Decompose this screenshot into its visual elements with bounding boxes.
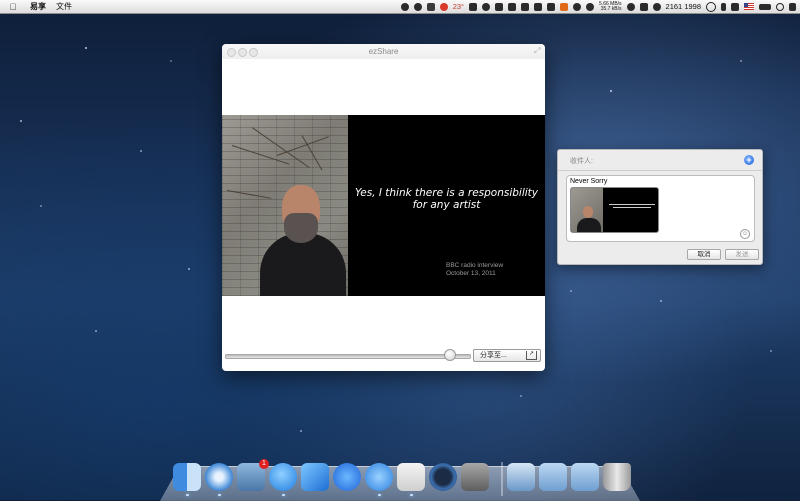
slide-credit: BBC radio interview October 13, 2011 [446, 262, 503, 278]
share-to-button[interactable]: 分享至... ↗ [473, 349, 541, 362]
share-icon: ↗ [526, 351, 537, 360]
cancel-button[interactable]: 取消 [687, 249, 721, 260]
status-app-icon[interactable] [400, 2, 409, 11]
slide-credit-line1: BBC radio interview [446, 262, 504, 269]
video-slide[interactable]: Yes, I think there is a responsibility f… [222, 115, 545, 296]
window-titlebar[interactable]: ezShare ⤢ [222, 44, 545, 59]
time-machine-status-icon[interactable] [652, 2, 661, 11]
running-indicator [410, 494, 413, 496]
status-clock-icon[interactable] [626, 2, 635, 11]
battery-icon[interactable] [759, 3, 771, 10]
running-indicator [186, 494, 189, 496]
appstore-icon[interactable] [333, 463, 361, 491]
message-share-panel: 收件人: + Never Sorry ☺ 取消 发送 [557, 149, 763, 265]
emoji-icon[interactable]: ☺ [740, 229, 750, 239]
applications-folder-icon[interactable] [539, 463, 567, 491]
slide-quote: Yes, I think there is a responsibility f… [354, 187, 539, 211]
status-pin-icon[interactable] [586, 2, 595, 11]
dock-divider [501, 462, 503, 496]
message-compose-field[interactable]: Never Sorry ☺ [566, 175, 755, 242]
window-title: ezShare [368, 47, 399, 56]
running-indicator [218, 494, 221, 496]
network-speed: 5.66 MB/s 35.7 kB/s [599, 1, 622, 12]
apple-menu-icon[interactable]:  [6, 2, 20, 12]
status-calc-icon[interactable] [547, 2, 556, 11]
trash-icon[interactable] [603, 463, 631, 491]
wifi-icon[interactable] [706, 1, 716, 12]
status-window-icon[interactable] [534, 2, 543, 11]
volume-icon[interactable] [731, 2, 739, 11]
slide-credit-line2: October 13, 2011 [446, 270, 496, 277]
playback-slider-track[interactable] [225, 354, 471, 359]
status-ext-icon[interactable] [639, 2, 648, 11]
menu-bar:  易享 文件 23° 5.66 MB/s 35.7 kB/s 2161 199… [0, 0, 800, 14]
status-display-icon[interactable] [508, 2, 517, 11]
preview-icon[interactable] [507, 463, 535, 491]
stickies-icon[interactable] [397, 463, 425, 491]
status-area: 23° 5.66 MB/s 35.7 kB/s 2161 1998 [400, 0, 796, 13]
message-text: Never Sorry [570, 178, 608, 185]
share-button-label: 分享至... [480, 352, 507, 359]
bluetooth-icon[interactable] [721, 2, 726, 11]
messages-icon[interactable] [269, 463, 297, 491]
spotlight-icon[interactable] [776, 2, 784, 11]
dropbox-icon[interactable] [426, 2, 435, 11]
playback-slider-knob[interactable] [444, 349, 456, 361]
portrait-photo [222, 115, 348, 296]
finder-icon[interactable] [173, 463, 201, 491]
weather-icon[interactable] [439, 2, 448, 11]
menu-file[interactable]: 文件 [56, 1, 72, 12]
recipient-label: 收件人: [570, 158, 593, 165]
safari-icon[interactable] [205, 463, 233, 491]
status-note-icon[interactable] [469, 2, 478, 11]
status-cloud-icon[interactable] [413, 2, 422, 11]
send-button[interactable]: 发送 [725, 249, 759, 260]
menu-app-name[interactable]: 易享 [30, 1, 46, 12]
mail-badge: 1 [259, 459, 269, 469]
time-machine-icon[interactable] [429, 463, 457, 491]
system-preferences-icon[interactable] [461, 463, 489, 491]
minimize-button[interactable] [238, 48, 247, 57]
itunes-icon[interactable] [365, 463, 393, 491]
running-indicator [378, 494, 381, 496]
status-grid-icon[interactable] [495, 2, 504, 11]
attachment-thumbnail [570, 187, 659, 233]
close-button[interactable] [227, 48, 236, 57]
testflight-icon[interactable] [301, 463, 329, 491]
add-recipient-icon[interactable]: + [744, 155, 754, 165]
status-numbers: 2161 1998 [665, 2, 701, 11]
status-circle-icon[interactable] [482, 2, 491, 11]
input-source-flag-icon[interactable] [744, 3, 754, 10]
temperature-label: 23° [452, 2, 465, 11]
notification-center-icon[interactable] [789, 2, 796, 11]
ezshare-window: ezShare ⤢ Yes, I think there is a respon… [222, 44, 545, 371]
zoom-button[interactable] [249, 48, 258, 57]
downloads-folder-icon[interactable] [571, 463, 599, 491]
status-list-icon[interactable] [521, 2, 530, 11]
status-face-icon[interactable] [573, 2, 582, 11]
mail-icon[interactable]: 1 [237, 459, 269, 491]
status-orange-icon[interactable] [560, 2, 569, 11]
fullscreen-icon[interactable]: ⤢ [534, 47, 542, 55]
net-down: 35.7 kB/s [600, 5, 622, 12]
divider [558, 170, 762, 171]
running-indicator [282, 494, 285, 496]
